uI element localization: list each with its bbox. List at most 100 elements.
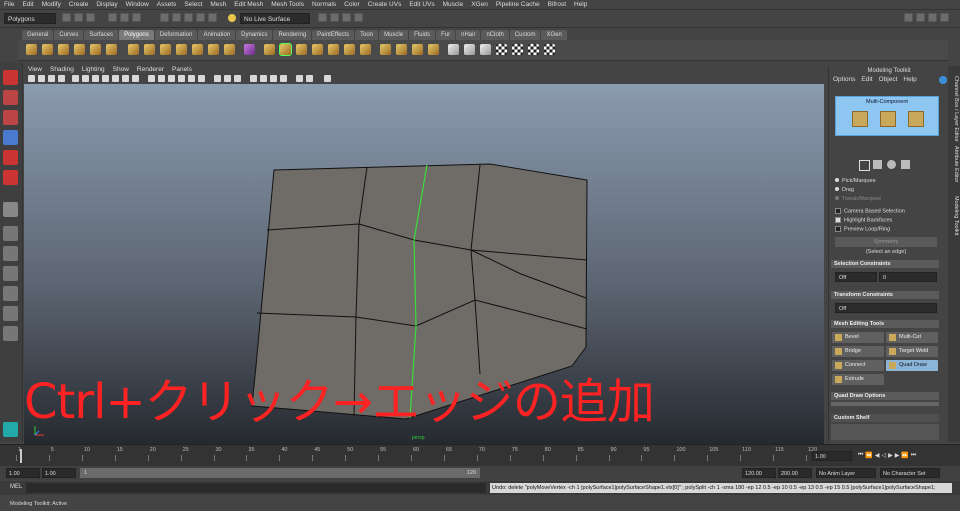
selection-constraint-value[interactable]: 0 <box>879 272 937 282</box>
lasso-tool-icon[interactable] <box>3 90 18 105</box>
toggle-toolkit-icon[interactable] <box>904 13 913 22</box>
bevel-icon[interactable] <box>380 44 391 55</box>
menu-color[interactable]: Color <box>344 1 360 8</box>
textured-icon[interactable] <box>178 75 185 82</box>
poly-plane-icon[interactable] <box>90 44 101 55</box>
open-scene-icon[interactable] <box>74 13 83 22</box>
start-time-field[interactable]: 1.00 <box>6 468 40 478</box>
snap-curve-icon[interactable] <box>172 13 181 22</box>
gate-mask-icon[interactable] <box>102 75 109 82</box>
xray-icon[interactable] <box>214 75 221 82</box>
live-surface-field[interactable]: No Live Surface <box>240 13 310 24</box>
snap-plane-icon[interactable] <box>196 13 205 22</box>
toolkit-menu-help[interactable]: Help <box>903 76 916 83</box>
shelf-tab-custom[interactable]: Custom <box>509 30 541 40</box>
toolkit-menu-edit[interactable]: Edit <box>861 76 872 83</box>
layout-hypershade-icon[interactable] <box>3 326 18 341</box>
shelf-tab-curves[interactable]: Curves <box>54 30 84 40</box>
step-back-icon[interactable]: ⏪ <box>865 452 872 461</box>
selection-constraint-dropdown[interactable]: Off <box>835 272 877 282</box>
depth-of-field-icon[interactable] <box>280 75 287 82</box>
preview-loop-checkbox[interactable]: Preview Loop/Ring <box>835 226 890 232</box>
shelf-tab-deformation[interactable]: Deformation <box>154 30 198 40</box>
go-start-icon[interactable]: ⏮ <box>858 452 863 461</box>
panel-scrollbar[interactable] <box>831 402 939 406</box>
camera-attr-icon[interactable] <box>38 75 45 82</box>
grid-icon[interactable] <box>72 75 79 82</box>
toolkit-menu-object[interactable]: Object <box>879 76 898 83</box>
target-weld-button[interactable]: Target Weld <box>886 346 938 357</box>
toggle-channelbox-icon[interactable] <box>928 13 937 22</box>
extract-icon[interactable] <box>160 44 171 55</box>
vertex-mode-icon[interactable] <box>852 111 868 127</box>
shelf-tab-general[interactable]: General <box>22 30 54 40</box>
menu-xgen[interactable]: XGen <box>471 1 488 8</box>
multi-component-box[interactable]: Multi-Component <box>835 96 939 136</box>
playback-end-field[interactable]: 120.00 <box>742 468 776 478</box>
save-scene-icon[interactable] <box>86 13 95 22</box>
poly-cylinder-icon[interactable] <box>58 44 69 55</box>
highlight-backfaces-checkbox[interactable]: Highlight Backfaces <box>835 217 892 223</box>
range-bar[interactable]: 1 120 <box>80 468 480 478</box>
menu-file[interactable]: File <box>4 1 14 8</box>
sculpt-icon[interactable] <box>244 44 255 55</box>
isolate-select-icon[interactable] <box>296 75 303 82</box>
shelf-tab-nhair[interactable]: nHair <box>456 30 481 40</box>
quad-draw-options-header[interactable]: Quad Draw Options <box>831 392 939 400</box>
image-plane-icon[interactable] <box>58 75 65 82</box>
mel-label[interactable]: MEL <box>10 484 22 490</box>
layout-outliner-icon[interactable] <box>3 306 18 321</box>
transform-constraints-header[interactable]: Transform Constraints <box>831 291 939 299</box>
layout-single-icon[interactable] <box>3 226 18 241</box>
shelf-tab-painteffects[interactable]: PaintEffects <box>312 30 355 40</box>
separate-icon[interactable] <box>144 44 155 55</box>
combine-icon[interactable] <box>128 44 139 55</box>
playhead[interactable] <box>20 449 22 463</box>
slide-edge-icon[interactable] <box>428 44 439 55</box>
custom-shelf-header[interactable]: Custom Shelf <box>831 414 939 422</box>
extrude-icon[interactable] <box>264 44 275 55</box>
select-tool-icon[interactable] <box>3 70 18 85</box>
layout-persp-graph-icon[interactable] <box>3 286 18 301</box>
attribute-editor-tab[interactable]: Attribute Editor <box>950 146 959 182</box>
multisample-icon[interactable] <box>270 75 277 82</box>
symmetry-button[interactable]: Symmetry <box>835 237 937 247</box>
safe-title-icon[interactable] <box>132 75 139 82</box>
panel-menu-renderer[interactable]: Renderer <box>137 66 164 74</box>
step-forward-icon[interactable]: ⏩ <box>901 452 908 461</box>
move-icon[interactable] <box>873 160 882 169</box>
channel-box-tab[interactable]: Channel Box / Layer Editor <box>950 76 959 142</box>
offset-loop-icon[interactable] <box>412 44 423 55</box>
marquee-icon[interactable] <box>859 160 870 171</box>
last-tool-icon[interactable] <box>3 202 18 217</box>
field-chart-icon[interactable] <box>112 75 119 82</box>
view-transform-icon[interactable] <box>324 75 331 82</box>
boolean-intersect-icon[interactable] <box>224 44 235 55</box>
modeling-toolkit-tab[interactable]: Modeling Toolkit <box>950 196 959 235</box>
face-mode-icon[interactable] <box>908 111 924 127</box>
bookmark-icon[interactable] <box>48 75 55 82</box>
resolution-gate-icon[interactable] <box>92 75 99 82</box>
menu-edit-uvs[interactable]: Edit UVs <box>409 1 434 8</box>
menu-mesh[interactable]: Mesh <box>210 1 226 8</box>
menu-edit-mesh[interactable]: Edit Mesh <box>234 1 263 8</box>
select-object-icon[interactable] <box>120 13 129 22</box>
poly-torus-icon[interactable] <box>106 44 117 55</box>
transform-constraint-dropdown[interactable]: Off <box>835 303 937 313</box>
spherical-uv-icon[interactable] <box>480 44 491 55</box>
menu-pipeline-cache[interactable]: Pipeline Cache <box>496 1 540 8</box>
panel-menu-shading[interactable]: Shading <box>50 66 74 74</box>
shelf-tab-toon[interactable]: Toon <box>355 30 379 40</box>
safe-action-icon[interactable] <box>122 75 129 82</box>
playback-start-field[interactable]: 1.00 <box>42 468 76 478</box>
bridge-icon[interactable] <box>296 44 307 55</box>
xray-joints-icon[interactable] <box>224 75 231 82</box>
multicut-button[interactable]: Multi-Cut <box>886 332 938 343</box>
checker-icon-4[interactable] <box>544 44 555 55</box>
drag-radio[interactable]: Drag <box>835 187 854 193</box>
poly-sphere-icon[interactable] <box>26 44 37 55</box>
extrude-button[interactable]: Extrude <box>832 374 884 385</box>
wireframe-icon[interactable] <box>148 75 155 82</box>
shelf-tab-fur[interactable]: Fur <box>436 30 456 40</box>
tweak-marquee-radio[interactable]: Tweak/Marquee <box>835 196 881 202</box>
